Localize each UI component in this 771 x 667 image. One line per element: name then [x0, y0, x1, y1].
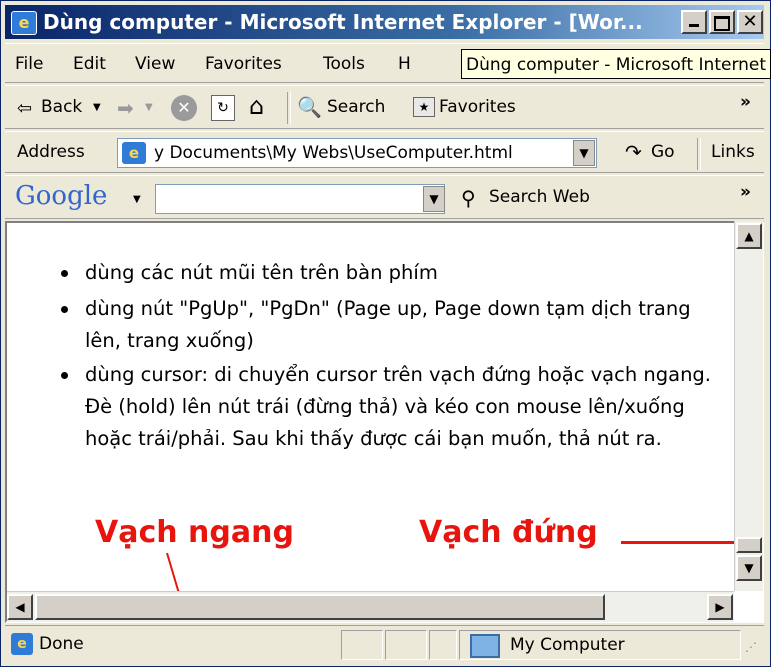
instruction-list: dùng các nút mũi tên trên bàn phím dùng …	[61, 257, 725, 457]
stop-icon[interactable]: ✕	[171, 95, 197, 121]
scroll-down-button[interactable]: ▼	[736, 555, 762, 581]
google-toolbar: Google ▼ ▼ ⚲ Search Web »	[5, 175, 764, 219]
vertical-scrollbar[interactable]: ▲ ▼	[734, 221, 763, 591]
ie-icon: e	[11, 11, 37, 35]
zone-text: My Computer	[510, 635, 625, 655]
vertical-label-pointer	[621, 541, 737, 544]
page-icon: e	[122, 142, 146, 164]
refresh-icon[interactable]: ↻	[211, 95, 235, 121]
list-item: dùng cursor: di chuyển cursor trên vạch …	[61, 359, 725, 455]
binoculars-icon: ⚲	[461, 186, 476, 210]
list-item: dùng các nút mũi tên trên bàn phím	[61, 257, 725, 289]
horizontal-scrollbar[interactable]: ◀ ▶	[7, 591, 734, 622]
status-text: Done	[39, 634, 84, 654]
address-label: Address	[17, 142, 85, 162]
scroll-up-button[interactable]: ▲	[736, 223, 762, 249]
google-search-input[interactable]	[155, 184, 445, 214]
forward-arrow-icon[interactable]: ➡	[117, 96, 134, 120]
go-button[interactable]: Go	[651, 142, 675, 162]
horizontal-scroll-thumb[interactable]	[35, 594, 605, 620]
favorites-icon: ★	[413, 97, 435, 117]
browser-window: e Dùng computer - Microsoft Internet Exp…	[0, 0, 771, 667]
scroll-left-button[interactable]: ◀	[7, 594, 33, 620]
back-arrow-icon: ⇦	[17, 98, 33, 119]
search-web-button[interactable]: Search Web	[489, 187, 590, 207]
status-panel	[429, 630, 457, 660]
vertical-scrollbar-label: Vạch đứng	[419, 515, 598, 550]
page-content: dùng các nút mũi tên trên bàn phím dùng …	[5, 221, 764, 623]
menu-tools[interactable]: Tools	[323, 54, 365, 74]
zone-panel: My Computer	[459, 630, 741, 660]
status-bar: e Done My Computer ⋰	[5, 625, 764, 664]
address-separator	[697, 138, 701, 170]
menu-edit[interactable]: Edit	[73, 54, 106, 74]
google-search-dropdown-button[interactable]: ▼	[423, 186, 445, 212]
list-item: dùng nút "PgUp", "PgDn" (Page up, Page d…	[61, 293, 725, 357]
address-dropdown-button[interactable]: ▼	[573, 140, 595, 166]
page-status-icon: e	[11, 633, 33, 655]
title-tooltip: Dùng computer - Microsoft Internet Explo…	[461, 49, 771, 79]
toolbar-separator	[287, 92, 291, 124]
toolbar-overflow-chevron[interactable]: »	[740, 92, 751, 112]
horizontal-scrollbar-label: Vạch ngang	[95, 515, 294, 550]
search-icon: 🔍	[297, 95, 322, 119]
status-panel	[341, 630, 383, 660]
standard-toolbar: ⇦ Back ▼ ➡ ▼ ✕ ↻ ⌂ 🔍 Search ★ Favorites …	[5, 85, 764, 129]
address-value: y Documents\My Webs\UseComputer.html	[154, 143, 513, 163]
window-title: Dùng computer - Microsoft Internet Explo…	[43, 10, 643, 34]
go-arrow-icon: ↷	[625, 140, 642, 164]
vertical-scroll-thumb[interactable]	[736, 537, 762, 553]
links-button[interactable]: Links	[711, 142, 755, 162]
menu-file[interactable]: File	[15, 54, 43, 74]
search-button[interactable]: Search	[327, 97, 385, 117]
my-computer-icon	[470, 634, 500, 658]
resize-grip-icon[interactable]: ⋰	[745, 640, 757, 654]
minimize-button[interactable]	[681, 10, 707, 34]
back-dropdown-icon[interactable]: ▼	[93, 102, 101, 113]
title-bar[interactable]: e Dùng computer - Microsoft Internet Exp…	[5, 5, 764, 39]
google-overflow-chevron[interactable]: »	[740, 182, 751, 202]
menu-favorites[interactable]: Favorites	[205, 54, 282, 74]
google-logo[interactable]: Google	[15, 181, 107, 211]
menu-help[interactable]: H	[398, 54, 411, 74]
status-panel	[385, 630, 427, 660]
home-icon[interactable]: ⌂	[249, 92, 264, 120]
menu-view[interactable]: View	[135, 54, 175, 74]
close-button[interactable]: ✕	[737, 10, 763, 34]
address-input[interactable]: e y Documents\My Webs\UseComputer.html	[117, 138, 597, 168]
favorites-button[interactable]: Favorites	[439, 97, 516, 117]
address-bar: Address e y Documents\My Webs\UseCompute…	[5, 131, 764, 173]
maximize-button[interactable]	[709, 10, 735, 34]
back-button[interactable]: Back	[41, 97, 82, 117]
google-menu-dropdown-icon[interactable]: ▼	[133, 194, 141, 205]
scroll-right-button[interactable]: ▶	[707, 594, 733, 620]
forward-dropdown-icon[interactable]: ▼	[145, 102, 153, 113]
